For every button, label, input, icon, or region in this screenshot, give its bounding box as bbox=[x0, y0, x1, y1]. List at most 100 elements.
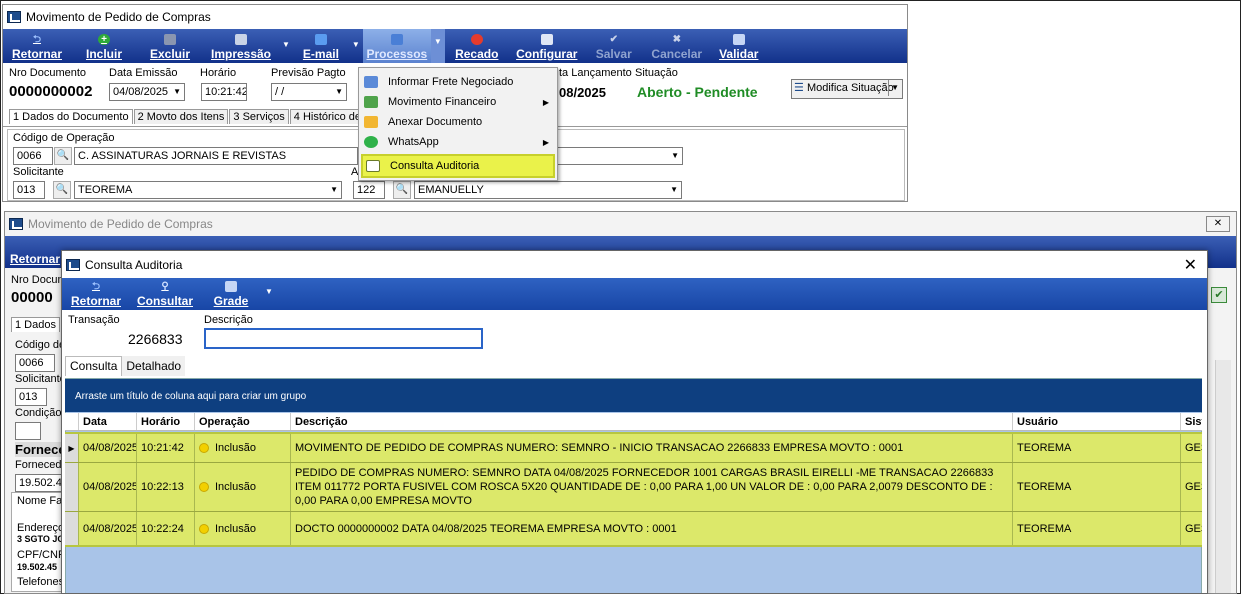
menu-item-informar-frete[interactable]: Informar Frete Negociado bbox=[359, 72, 557, 92]
recado-button[interactable]: Recado bbox=[445, 29, 509, 63]
dialog-title: Consulta Auditoria bbox=[85, 257, 183, 272]
menu-item-consulta-auditoria[interactable]: Consulta Auditoria bbox=[361, 154, 555, 178]
incluir-button[interactable]: + Incluir bbox=[71, 29, 137, 63]
fornecedor-field[interactable]: 19.502.452 bbox=[15, 474, 65, 492]
menu-item-anexar-documento[interactable]: Anexar Documento bbox=[359, 112, 557, 132]
cell-operacao: Inclusão bbox=[195, 434, 291, 462]
table-row[interactable]: 04/08/2025 10:22:13 Inclusão PEDIDO DE C… bbox=[65, 463, 1202, 512]
col-operacao[interactable]: Operação bbox=[195, 413, 291, 430]
tab-movto-itens[interactable]: 2 Movto dos Itens bbox=[133, 109, 229, 124]
table-row[interactable]: ▶ 04/08/2025 10:21:42 Inclusão MOVIMENTO… bbox=[65, 432, 1202, 463]
codigo-operacao-desc-tail[interactable]: ▼ bbox=[557, 147, 683, 165]
impressao-dropdown-arrow[interactable]: ▼ bbox=[279, 40, 293, 63]
freight-icon bbox=[364, 76, 378, 88]
grade-button[interactable]: Grade bbox=[200, 278, 262, 310]
close-icon[interactable]: ✕ bbox=[1206, 216, 1230, 232]
col-sist[interactable]: Sist bbox=[1181, 413, 1202, 430]
excluir-button[interactable]: Excluir bbox=[137, 29, 203, 63]
retornar-button[interactable]: ⮌ Retornar bbox=[3, 29, 71, 63]
scrollbar[interactable] bbox=[1215, 360, 1231, 593]
top-toolbar: ⮌ Retornar + Incluir Excluir Impressão ▼ E… bbox=[3, 29, 907, 63]
folder-icon bbox=[364, 116, 378, 128]
telefone-label: Telefones bbox=[17, 576, 65, 588]
previsao-field[interactable]: / / ▼ bbox=[271, 83, 347, 101]
menu-item-movimento-financeiro[interactable]: Movimento Financeiro ▶ bbox=[359, 92, 557, 112]
check-icon[interactable]: ✔ bbox=[1211, 287, 1227, 303]
codigo-field[interactable]: 0066 bbox=[15, 354, 55, 372]
modifica-situacao-button[interactable]: ☰ Modifica Situação ▼ bbox=[791, 79, 903, 99]
chevron-down-icon: ▼ bbox=[671, 151, 679, 160]
close-icon[interactable]: ✕ bbox=[1184, 255, 1197, 275]
tab-servicos[interactable]: 3 Serviços bbox=[229, 109, 289, 124]
bottom-window-titlebar: Movimento de Pedido de Compras bbox=[5, 212, 1236, 236]
horario-field[interactable]: 10:21:42 bbox=[201, 83, 247, 101]
condicao-field[interactable] bbox=[15, 422, 41, 440]
processos-button[interactable]: Processos bbox=[362, 29, 431, 63]
validar-button[interactable]: Validar bbox=[711, 29, 767, 63]
lancamento-label: ta Lançamento bbox=[559, 67, 632, 79]
transacao-value: 2266833 bbox=[128, 331, 183, 347]
data-emissao-field[interactable]: 04/08/2025 ▼ bbox=[109, 83, 185, 101]
col-data[interactable]: Data bbox=[79, 413, 137, 430]
cell-data: 04/08/2025 bbox=[79, 463, 137, 511]
aprovador-field[interactable]: 122 bbox=[353, 181, 385, 199]
chevron-down-icon: ▼ bbox=[335, 87, 343, 96]
search-icon[interactable]: 🔍 bbox=[54, 147, 72, 165]
process-icon bbox=[390, 34, 403, 45]
email-icon bbox=[314, 34, 327, 45]
row-indicator bbox=[65, 512, 79, 545]
tab-dados[interactable]: 1 Dados bbox=[11, 317, 60, 332]
cell-operacao: Inclusão bbox=[195, 463, 291, 511]
chevron-right-icon: ▶ bbox=[542, 97, 549, 107]
cell-horario: 10:21:42 bbox=[137, 434, 195, 462]
grade-dropdown-arrow[interactable]: ▼ bbox=[262, 287, 276, 310]
solicitante-field[interactable]: 013 bbox=[15, 388, 47, 406]
table-row[interactable]: 04/08/2025 10:22:24 Inclusão DOCTO 00000… bbox=[65, 512, 1202, 547]
data-emissao-label: Data Emissão bbox=[109, 67, 178, 79]
message-icon bbox=[470, 34, 483, 45]
grid-icon bbox=[366, 160, 380, 172]
tab-dados-documento[interactable]: 1 Dados do Documento bbox=[9, 109, 133, 124]
cpf-label: CPF/CNP bbox=[17, 549, 66, 561]
solicitante-nome-field[interactable]: TEOREMA ▼ bbox=[74, 181, 342, 199]
cell-data: 04/08/2025 bbox=[79, 434, 137, 462]
impressao-button[interactable]: Impressão bbox=[203, 29, 279, 63]
tab-detalhado[interactable]: Detalhado bbox=[122, 356, 186, 376]
col-descricao[interactable]: Descrição bbox=[291, 413, 1013, 430]
menu-item-whatsapp[interactable]: WhatsApp ▶ bbox=[359, 132, 557, 152]
salvar-button[interactable]: ✔ Salvar bbox=[585, 29, 643, 63]
search-icon[interactable]: 🔍 bbox=[393, 181, 411, 199]
col-horario[interactable]: Horário bbox=[137, 413, 195, 430]
tab-consulta[interactable]: Consulta bbox=[65, 356, 123, 376]
solicitante-field[interactable]: 013 bbox=[13, 181, 45, 199]
configurar-button[interactable]: Configurar bbox=[509, 29, 585, 63]
fornece-label: Fornece bbox=[15, 442, 66, 457]
group-hint: Arraste um título de coluna aqui para cr… bbox=[75, 391, 307, 402]
aprovador-nome-field[interactable]: EMANUELLY ▼ bbox=[414, 181, 682, 199]
top-window-titlebar: Movimento de Pedido de Compras bbox=[3, 5, 907, 29]
solicitante-label: Solicitante bbox=[15, 373, 66, 385]
row-indicator bbox=[65, 463, 79, 511]
descricao-label: Descrição bbox=[204, 314, 253, 326]
consultar-button[interactable]: ⚲ Consultar bbox=[130, 278, 200, 310]
descricao-input[interactable] bbox=[204, 328, 483, 349]
retornar-button[interactable]: Retornar bbox=[5, 236, 65, 268]
horario-label: Horário bbox=[200, 67, 237, 79]
cell-sist: GES bbox=[1185, 442, 1202, 454]
row-indicator: ▶ bbox=[65, 434, 79, 462]
retornar-button[interactable]: ⮌ Retornar bbox=[62, 278, 130, 310]
processos-dropdown-arrow[interactable]: ▼ bbox=[430, 29, 445, 63]
email-button[interactable]: E-mail bbox=[293, 29, 349, 63]
codigo-operacao-field[interactable]: 0066 bbox=[13, 147, 53, 165]
chevron-down-icon: ▼ bbox=[888, 80, 899, 96]
cell-horario: 10:22:13 bbox=[137, 463, 195, 511]
col-usuario[interactable]: Usuário bbox=[1013, 413, 1181, 430]
return-icon: ⮌ bbox=[32, 34, 41, 45]
cancelar-button[interactable]: ✖ Cancelar bbox=[643, 29, 711, 63]
config-icon bbox=[540, 34, 553, 45]
check-icon: ✔ bbox=[609, 34, 618, 45]
search-icon: ⚲ bbox=[161, 281, 169, 292]
email-dropdown-arrow[interactable]: ▼ bbox=[349, 40, 363, 63]
search-icon[interactable]: 🔍 bbox=[53, 181, 71, 199]
dialog-titlebar: Consulta Auditoria bbox=[62, 251, 1207, 278]
